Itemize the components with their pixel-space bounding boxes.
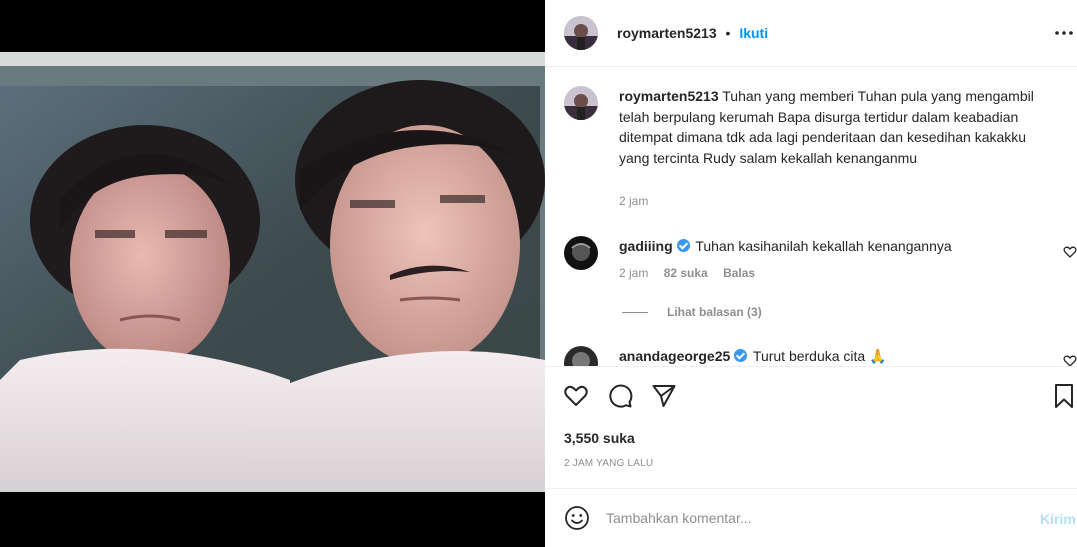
post-panel: roymarten5213 • Ikuti roymarten5213 Tuha… — [545, 0, 1077, 547]
caption-time[interactable]: 2 jam — [619, 194, 648, 208]
header-username[interactable]: roymarten5213 — [617, 25, 717, 41]
comment-text: Turut berduka cita 🙏 — [752, 348, 887, 364]
comment-2-clip: anandageorge25 Turut berduka cita 🙏 — [545, 340, 1077, 366]
view-replies-button[interactable]: Lihat balasan (3) — [667, 305, 762, 319]
post-header: roymarten5213 • Ikuti — [617, 25, 768, 41]
comment-1: gadiiing Tuhan kasihanilah kekallah kena… — [619, 238, 952, 254]
header-dot: • — [725, 25, 731, 41]
caption-avatar[interactable] — [564, 86, 598, 120]
share-icon[interactable] — [651, 383, 677, 409]
likes-count[interactable]: 3,550 suka — [564, 430, 635, 446]
composer-divider — [545, 488, 1077, 489]
comment-input[interactable] — [606, 508, 1026, 528]
actions-divider — [545, 366, 1077, 367]
heart-small-icon[interactable] — [1063, 354, 1077, 366]
submit-comment-button[interactable]: Kirim — [1040, 511, 1076, 527]
heart-small-icon[interactable] — [1063, 245, 1077, 259]
comment-time[interactable]: 2 jam — [619, 266, 648, 280]
verified-badge-icon — [734, 349, 748, 362]
save-icon[interactable] — [1053, 383, 1075, 409]
comment-text: Tuhan kasihanilah kekallah kenangannya — [695, 238, 952, 254]
emoji-icon[interactable] — [564, 505, 590, 531]
verified-badge-icon — [676, 239, 690, 252]
more-options-icon[interactable] — [1053, 23, 1075, 43]
header-avatar[interactable] — [564, 16, 598, 50]
reply-button[interactable]: Balas — [723, 266, 755, 280]
comment-likes[interactable]: 82 suka — [664, 266, 708, 280]
post-timestamp[interactable]: 2 JAM YANG LALU — [564, 458, 653, 469]
follow-button[interactable]: Ikuti — [739, 25, 768, 41]
caption: roymarten5213 Tuhan yang memberi Tuhan p… — [619, 86, 1059, 168]
post-media[interactable] — [0, 0, 545, 547]
like-icon[interactable] — [563, 383, 589, 409]
comment-avatar[interactable] — [564, 346, 598, 366]
comment-username[interactable]: anandageorge25 — [619, 348, 730, 364]
replies-line — [622, 312, 648, 313]
comment-icon[interactable] — [607, 383, 633, 409]
header-divider — [545, 66, 1077, 67]
post-photo — [0, 52, 545, 492]
comment-2: anandageorge25 Turut berduka cita 🙏 — [619, 348, 887, 364]
caption-username[interactable]: roymarten5213 — [619, 88, 719, 104]
comment-username[interactable]: gadiiing — [619, 238, 673, 254]
comment-avatar[interactable] — [564, 236, 598, 270]
comment-meta: 2 jam 82 suka Balas — [619, 266, 755, 280]
